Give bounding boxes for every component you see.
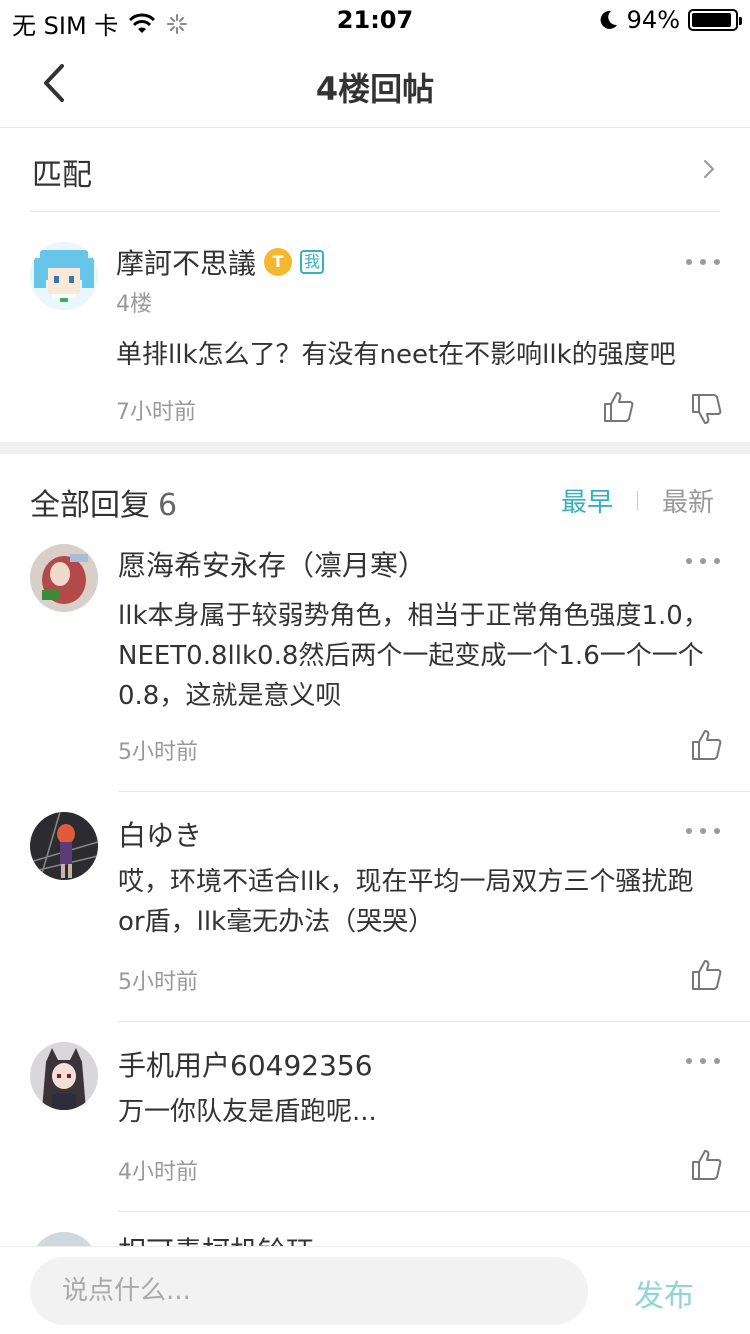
battery-cap (739, 17, 742, 25)
thumbs-up-icon[interactable] (690, 1148, 724, 1182)
post-author-name[interactable]: 摩訶不思議 (116, 242, 256, 282)
post-floor: 4楼 (116, 292, 152, 317)
more-options-icon[interactable] (686, 828, 720, 838)
reply-author[interactable]: 手机用户60492356 (118, 1044, 373, 1084)
main-post: 摩訶不思議 T 我 4楼 单排llk怎么了？有没有neet在不影响llk的强度吧… (0, 212, 750, 442)
avatar[interactable] (30, 1232, 98, 1246)
me-badge: 我 (300, 250, 325, 274)
reply-content: 哎，环境不适合llk，现在平均一局双方三个骚扰跑or盾，llk毫无办法（哭哭） (118, 867, 694, 937)
reply-item: 相可青柯机铃珏 (0, 1226, 750, 1246)
thumbs-up-icon[interactable] (690, 728, 724, 762)
status-right: 94% (597, 6, 742, 34)
more-options-icon[interactable] (686, 558, 720, 568)
thumbs-up-icon[interactable] (602, 390, 636, 424)
nav-bar: 4楼回帖 (0, 40, 750, 128)
avatar[interactable] (30, 1042, 98, 1110)
replies-title: 全部回复 6 (30, 480, 177, 524)
reply-item: 愿海希安永存（凛月寒） llk本身属于较弱势角色，相当于正常角色强度1.0，NE… (0, 538, 750, 792)
comment-bar: 发布 (0, 1246, 750, 1334)
reply-content: llk本身属于较弱势角色，相当于正常角色强度1.0，NEET0.8llk0.8然… (118, 601, 709, 711)
reply-divider (118, 1021, 750, 1022)
thumbs-down-icon[interactable] (690, 392, 724, 426)
character-avatar-image (30, 1042, 98, 1110)
reply-time: 4小时前 (118, 1160, 198, 1185)
avatar[interactable] (30, 812, 98, 880)
post-content: 单排llk怎么了？有没有neet在不影响llk的强度吧 (116, 340, 676, 370)
reply-time: 5小时前 (118, 740, 198, 765)
reply-author[interactable]: 愿海希安永存（凛月寒） (118, 544, 426, 584)
more-options-icon[interactable] (686, 1058, 720, 1068)
avatar[interactable] (30, 242, 98, 310)
reply-item: 白ゆき 哎，环境不适合llk，现在平均一局双方三个骚扰跑or盾，llk毫无办法（… (0, 812, 750, 1022)
publish-button[interactable]: 发布 (634, 1271, 694, 1315)
reply-divider (118, 1211, 750, 1212)
chevron-right-icon (704, 160, 715, 178)
replies-count: 6 (158, 488, 178, 523)
pixel-avatar-image (30, 242, 98, 310)
comment-input[interactable] (30, 1257, 588, 1325)
more-options-icon[interactable] (686, 259, 720, 269)
sort-tabs: 最早 最新 (561, 482, 714, 519)
status-bar: 无 SIM 卡 21:07 94% (0, 0, 750, 40)
replies-title-label: 全部回复 (30, 488, 150, 523)
reply-divider (118, 791, 750, 792)
match-label: 匹配 (32, 158, 92, 193)
reply-content: 万一你队友是盾跑呢... (118, 1097, 377, 1127)
reply-author[interactable]: 白ゆき (118, 814, 202, 854)
sort-latest-tab[interactable]: 最新 (662, 482, 714, 519)
thumbs-up-icon[interactable] (690, 958, 724, 992)
match-row[interactable]: 匹配 (30, 128, 720, 212)
sort-earliest-tab[interactable]: 最早 (561, 482, 613, 519)
avatar[interactable] (30, 544, 98, 612)
character-avatar-image (30, 544, 98, 612)
replies-header: 全部回复 6 最早 最新 (0, 454, 750, 538)
post-time: 7小时前 (116, 400, 196, 425)
level-badge: T (264, 248, 293, 276)
reply-item: 手机用户60492356 万一你队友是盾跑呢... 4小时前 (0, 1042, 750, 1212)
reply-author[interactable]: 相可青柯机铃珏 (118, 1230, 314, 1246)
battery-fill (692, 13, 732, 27)
reply-time: 5小时前 (118, 970, 198, 995)
battery-percent: 94% (626, 6, 680, 34)
moon-icon (600, 10, 617, 29)
battery-icon (688, 9, 742, 31)
page-title: 4楼回帖 (315, 70, 435, 108)
section-divider (0, 442, 750, 454)
sort-separator (636, 490, 638, 511)
character-avatar-image (30, 812, 98, 880)
post-author-row: 摩訶不思議 T 我 (116, 242, 325, 282)
